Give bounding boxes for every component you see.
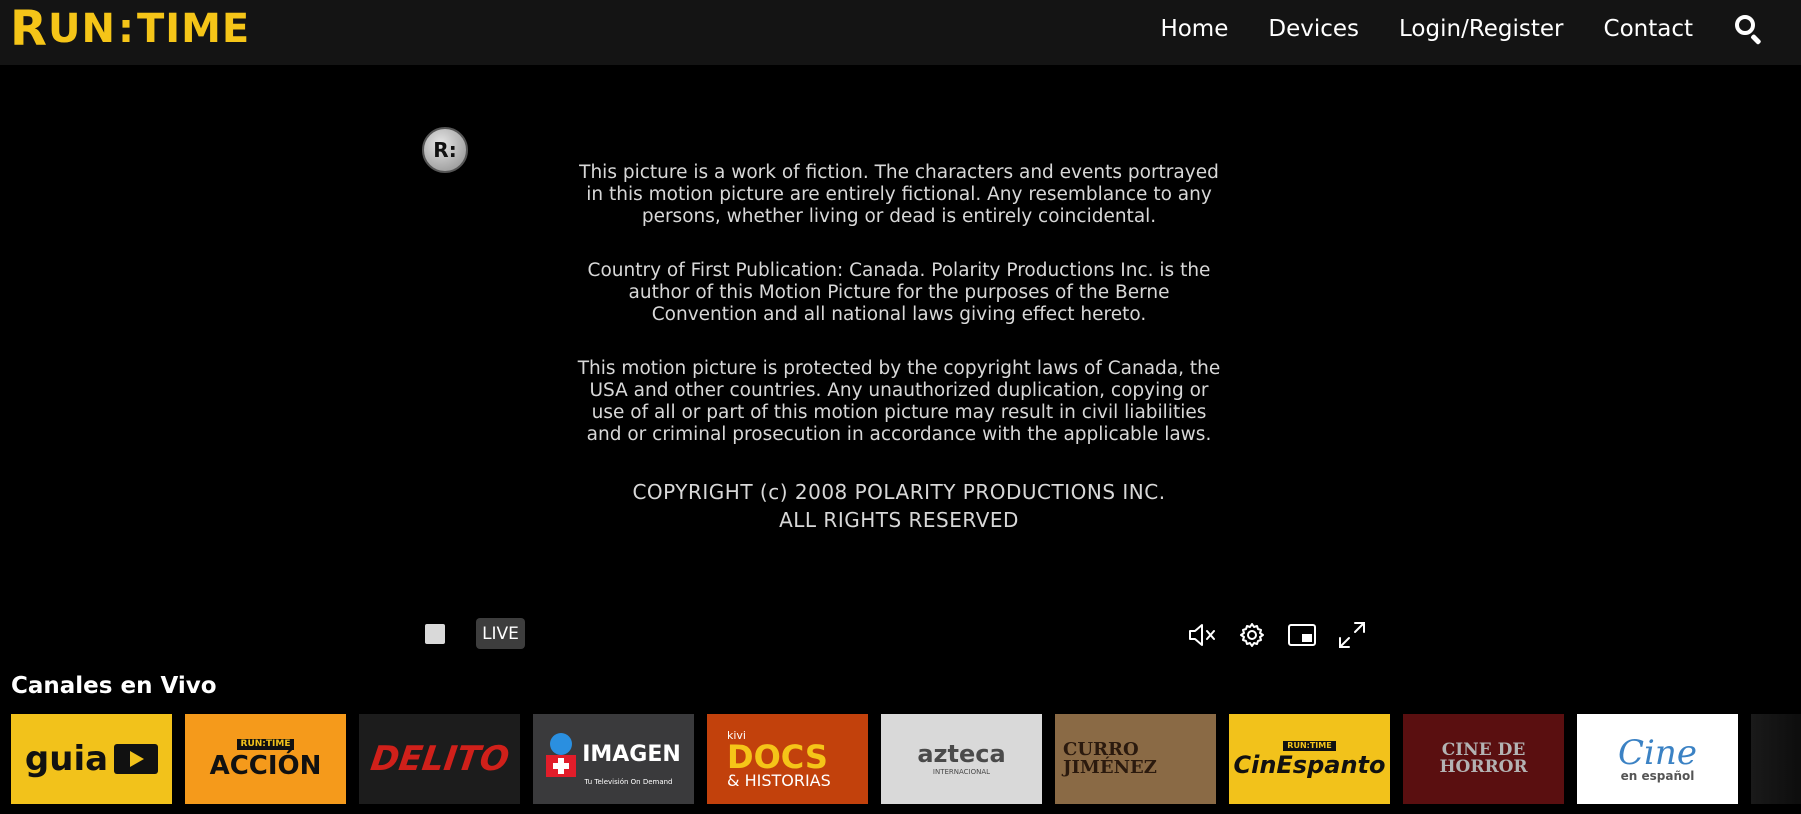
live-button[interactable]: LIVE bbox=[476, 618, 525, 649]
credits-paragraph: Country of First Publication: Canada. Po… bbox=[587, 260, 1211, 325]
settings-icon[interactable] bbox=[1236, 620, 1268, 650]
watermark-text: R: bbox=[433, 138, 457, 162]
runtime-logo[interactable]: R UN: TIME bbox=[10, 1, 251, 57]
channel-tile-azteca[interactable]: azteca INTERNACIONAL bbox=[881, 714, 1042, 804]
channel-tile-imagen[interactable]: IMAGEN Tu Televisión On Demand bbox=[533, 714, 694, 804]
logo-time: TIME bbox=[136, 6, 251, 52]
video-frame-credits: This picture is a work of fiction. The c… bbox=[574, 162, 1224, 534]
channel-sublabel: en español bbox=[1620, 769, 1695, 783]
nav-devices[interactable]: Devices bbox=[1268, 16, 1359, 42]
fullscreen-icon[interactable] bbox=[1336, 620, 1368, 650]
channel-label: CinEspanto bbox=[1233, 751, 1386, 779]
channel-sublabel: RUN:TIME bbox=[236, 739, 295, 750]
channel-tile-accion[interactable]: RUN:TIME ACCIÓN bbox=[185, 714, 346, 804]
nav-contact[interactable]: Contact bbox=[1604, 16, 1693, 42]
channel-label: Cine bbox=[1618, 733, 1697, 773]
stop-icon[interactable] bbox=[425, 624, 445, 644]
channel-tile-guia[interactable]: guia bbox=[11, 714, 172, 804]
channel-sublabel: Tu Televisión On Demand bbox=[584, 777, 673, 786]
channel-sublabel: & HISTORIAS bbox=[727, 770, 831, 790]
channel-tile-delito[interactable]: DELITO bbox=[359, 714, 520, 804]
copyright-line-1: COPYRIGHT (c) 2008 POLARITY PRODUCTIONS … bbox=[632, 480, 1166, 504]
channel-label: CURRO JIMÉNEZ bbox=[1063, 739, 1157, 778]
copyright-line: COPYRIGHT (c) 2008 POLARITY PRODUCTIONS … bbox=[574, 478, 1224, 534]
site-header: R UN: TIME Home Devices Login/Register Con… bbox=[0, 0, 1801, 65]
channels-row: guia RUN:TIME ACCIÓN DELITO IMAGEN Tu Te… bbox=[11, 714, 1801, 804]
picture-in-picture-icon[interactable] bbox=[1286, 620, 1318, 650]
mute-icon[interactable] bbox=[1186, 620, 1218, 650]
nav-login-register[interactable]: Login/Register bbox=[1399, 16, 1564, 42]
channel-tile-cine-de-horror[interactable]: CINE DE HORROR bbox=[1403, 714, 1564, 804]
channels-section-title: Canales en Vivo bbox=[11, 673, 217, 699]
credits-paragraph: This motion picture is protected by the … bbox=[577, 358, 1221, 445]
logo-un: UN bbox=[47, 6, 116, 52]
channel-label: IMAGEN bbox=[582, 741, 681, 767]
tv-play-icon bbox=[114, 744, 159, 774]
channel-tile-cinespanto[interactable]: RUN:TIME CinEspanto bbox=[1229, 714, 1390, 804]
channel-sublabel: INTERNACIONAL bbox=[932, 768, 991, 776]
player-controls: LIVE bbox=[404, 617, 1404, 653]
channel-label: azteca bbox=[917, 740, 1006, 768]
nav-home[interactable]: Home bbox=[1160, 16, 1228, 42]
search-icon[interactable] bbox=[1733, 14, 1763, 46]
main-nav: Home Devices Login/Register Contact bbox=[1120, 0, 1801, 58]
logo-r: R bbox=[10, 1, 48, 57]
video-player[interactable]: R: This picture is a work of fiction. Th… bbox=[404, 65, 1404, 665]
channel-tile-docs-historias[interactable]: kivi DOCS & HISTORIAS bbox=[707, 714, 868, 804]
channel-label: guia bbox=[24, 739, 109, 779]
channel-label: DELITO bbox=[367, 739, 512, 779]
logo-colon: : bbox=[117, 6, 135, 52]
channel-watermark-icon: R: bbox=[422, 127, 468, 173]
channel-label: DOCS bbox=[727, 737, 828, 776]
credits-paragraph: This picture is a work of fiction. The c… bbox=[579, 162, 1219, 227]
channel-label: CINE DE HORROR bbox=[1439, 740, 1528, 777]
channel-label: ACCIÓN bbox=[209, 751, 322, 781]
channel-sublabel: RUN:TIME bbox=[1283, 741, 1336, 751]
channel-tile-curro-jimenez[interactable]: CURRO JIMÉNEZ bbox=[1055, 714, 1216, 804]
channel-tile-cine-en-espanol[interactable]: Cine en español bbox=[1577, 714, 1738, 804]
imagen-logo-icon bbox=[546, 732, 577, 777]
next-channel-tile-partial[interactable] bbox=[1751, 714, 1801, 804]
copyright-line-2: ALL RIGHTS RESERVED bbox=[779, 508, 1019, 532]
